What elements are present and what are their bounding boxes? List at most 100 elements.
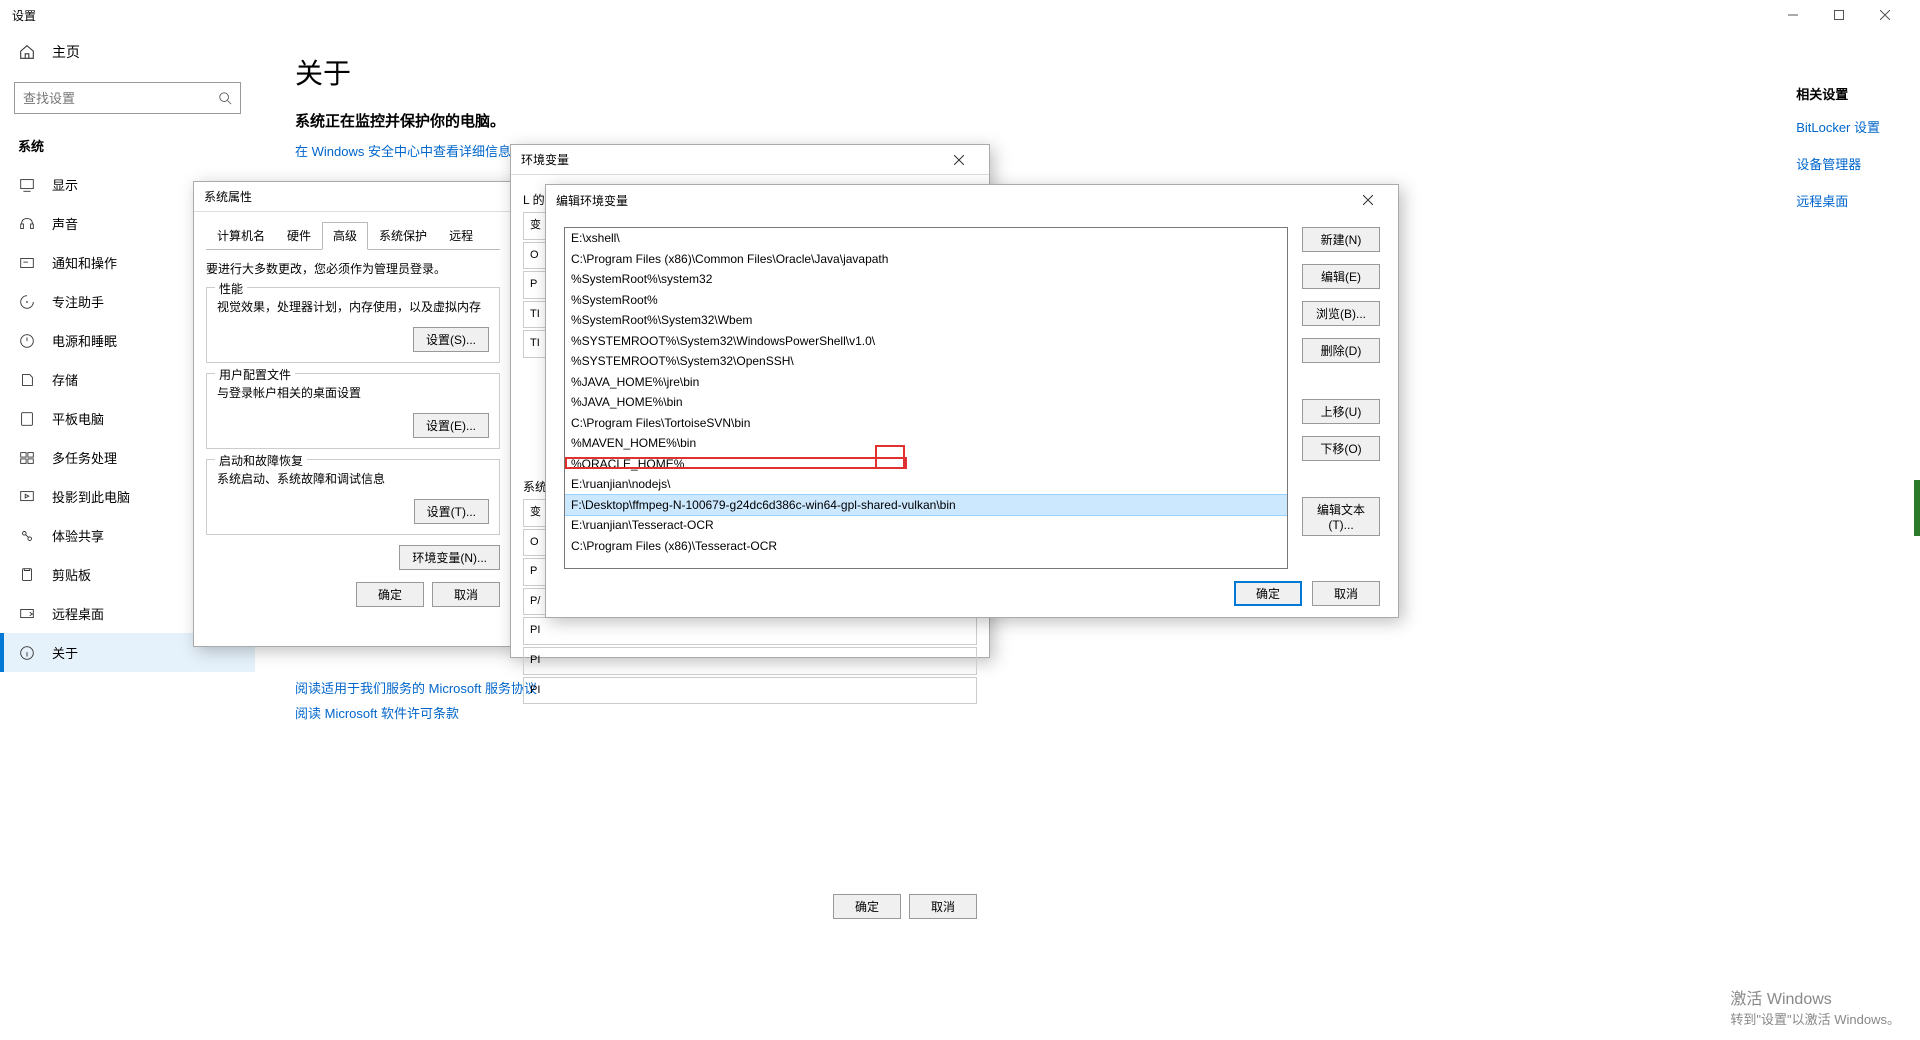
nav-icon <box>18 410 36 428</box>
activation-watermark: 激活 Windows 转到"设置"以激活 Windows。 <box>1730 985 1900 1028</box>
maximize-button[interactable] <box>1816 0 1862 30</box>
editenv-ok-button[interactable]: 确定 <box>1234 581 1302 606</box>
sysprops-tab-0[interactable]: 计算机名 <box>206 222 276 249</box>
startup-settings-button[interactable]: 设置(T)... <box>414 499 489 524</box>
path-list[interactable]: E:\xshell\C:\Program Files (x86)\Common … <box>564 227 1288 569</box>
device-manager-link[interactable]: 设备管理器 <box>1796 154 1880 173</box>
path-entry[interactable]: C:\Program Files (x86)\Common Files\Orac… <box>565 249 1287 270</box>
envvars-cancel-button[interactable]: 取消 <box>909 894 977 919</box>
page-title: 关于 <box>295 52 1880 92</box>
move-up-button[interactable]: 上移(U) <box>1302 399 1380 424</box>
path-entry[interactable]: F:\Desktop\ffmpeg-N-100679-g24dc6d386c-w… <box>565 495 1287 516</box>
related-settings: 相关设置 BitLocker 设置 设备管理器 远程桌面 <box>1796 84 1880 228</box>
home-label: 主页 <box>52 42 80 62</box>
path-entry[interactable]: %SystemRoot% <box>565 290 1287 311</box>
edit-button[interactable]: 编辑(E) <box>1302 264 1380 289</box>
envvars-title: 环境变量 <box>521 151 569 168</box>
edit-text-button[interactable]: 编辑文本(T)... <box>1302 497 1380 536</box>
search-input[interactable] <box>23 91 218 106</box>
nav-icon <box>18 449 36 467</box>
sysprops-tab-1[interactable]: 硬件 <box>276 222 322 249</box>
protection-status: 系统正在监控并保护你的电脑。 <box>295 110 1880 131</box>
edit-env-var-dialog: 编辑环境变量 E:\xshell\C:\Program Files (x86)\… <box>545 184 1399 618</box>
path-entry[interactable]: %JAVA_HOME%\bin <box>565 392 1287 413</box>
startup-title: 启动和故障恢复 <box>215 452 307 469</box>
perf-title: 性能 <box>215 280 247 297</box>
sysprops-tab-4[interactable]: 远程 <box>438 222 484 249</box>
side-widget[interactable] <box>1914 480 1920 536</box>
admin-note: 要进行大多数更改，您必须作为管理员登录。 <box>206 260 500 277</box>
editenv-close-button[interactable] <box>1348 186 1388 214</box>
nav-label: 专注助手 <box>52 292 104 311</box>
nav-icon <box>18 644 36 662</box>
nav-label: 声音 <box>52 214 78 233</box>
sysprops-ok-button[interactable]: 确定 <box>356 582 424 607</box>
nav-icon <box>18 254 36 272</box>
perf-settings-button[interactable]: 设置(S)... <box>413 327 489 352</box>
path-entry[interactable]: %MAVEN_HOME%\bin <box>565 433 1287 454</box>
titlebar: 设置 <box>0 0 1920 30</box>
nav-label: 关于 <box>52 643 78 662</box>
home-nav[interactable]: 主页 <box>0 30 255 76</box>
sys-var-fragment: PI <box>523 647 977 675</box>
sys-var-fragment: PI <box>523 677 977 705</box>
move-down-button[interactable]: 下移(O) <box>1302 436 1380 461</box>
userprof-settings-button[interactable]: 设置(E)... <box>413 413 489 438</box>
envvars-ok-button[interactable]: 确定 <box>833 894 901 919</box>
delete-button[interactable]: 删除(D) <box>1302 338 1380 363</box>
nav-icon <box>18 371 36 389</box>
sys-var-fragment: PI <box>523 617 977 645</box>
sysprops-cancel-button[interactable]: 取消 <box>432 582 500 607</box>
watermark-line1: 激活 Windows <box>1730 985 1900 1009</box>
editenv-cancel-button[interactable]: 取消 <box>1312 581 1380 606</box>
sysprops-tab-2[interactable]: 高级 <box>322 222 368 250</box>
path-entry[interactable]: E:\ruanjian\Tesseract-OCR <box>565 515 1287 536</box>
nav-icon <box>18 332 36 350</box>
path-entry[interactable]: C:\Program Files (x86)\Tesseract-OCR <box>565 536 1287 557</box>
path-entry[interactable]: E:\xshell\ <box>565 228 1287 249</box>
nav-label: 平板电脑 <box>52 409 104 428</box>
new-button[interactable]: 新建(N) <box>1302 227 1380 252</box>
sysprops-title: 系统属性 <box>204 188 252 205</box>
system-properties-dialog: 系统属性 计算机名硬件高级系统保护远程 要进行大多数更改，您必须作为管理员登录。… <box>193 181 513 647</box>
startup-desc: 系统启动、系统故障和调试信息 <box>217 470 489 487</box>
path-entry[interactable]: %JAVA_HOME%\jre\bin <box>565 372 1287 393</box>
sysprops-tab-3[interactable]: 系统保护 <box>368 222 438 249</box>
nav-icon <box>18 527 36 545</box>
related-heading: 相关设置 <box>1796 84 1880 103</box>
nav-label: 远程桌面 <box>52 604 104 623</box>
envvars-close-button[interactable] <box>939 146 979 174</box>
browse-button[interactable]: 浏览(B)... <box>1302 301 1380 326</box>
bitlocker-link[interactable]: BitLocker 设置 <box>1796 117 1880 136</box>
path-entry[interactable]: %SYSTEMROOT%\System32\OpenSSH\ <box>565 351 1287 372</box>
watermark-line2: 转到"设置"以激活 Windows。 <box>1730 1009 1900 1028</box>
nav-label: 投影到此电脑 <box>52 487 130 506</box>
nav-label: 存储 <box>52 370 78 389</box>
nav-icon <box>18 605 36 623</box>
path-entry[interactable]: %SystemRoot%\system32 <box>565 269 1287 290</box>
path-entry[interactable]: C:\Program Files\TortoiseSVN\bin <box>565 413 1287 434</box>
perf-desc: 视觉效果，处理器计划，内存使用，以及虚拟内存 <box>217 298 489 315</box>
editenv-title: 编辑环境变量 <box>556 192 628 209</box>
nav-label: 体验共享 <box>52 526 104 545</box>
close-button[interactable] <box>1862 0 1908 30</box>
nav-label: 显示 <box>52 175 78 194</box>
path-entry[interactable]: %SystemRoot%\System32\Wbem <box>565 310 1287 331</box>
userprof-desc: 与登录帐户相关的桌面设置 <box>217 384 489 401</box>
nav-label: 通知和操作 <box>52 253 117 272</box>
userprof-title: 用户配置文件 <box>215 366 295 383</box>
nav-icon <box>18 176 36 194</box>
search-box[interactable] <box>14 82 241 114</box>
minimize-button[interactable] <box>1770 0 1816 30</box>
nav-icon <box>18 566 36 584</box>
env-vars-button[interactable]: 环境变量(N)... <box>399 545 500 570</box>
nav-icon <box>18 215 36 233</box>
path-entry[interactable]: E:\ruanjian\nodejs\ <box>565 474 1287 495</box>
search-icon <box>218 91 232 105</box>
remote-desktop-link[interactable]: 远程桌面 <box>1796 191 1880 210</box>
nav-label: 电源和睡眠 <box>52 331 117 350</box>
path-entry[interactable]: %ORACLE_HOME% <box>565 454 1287 475</box>
path-entry[interactable]: %SYSTEMROOT%\System32\WindowsPowerShell\… <box>565 331 1287 352</box>
nav-icon <box>18 488 36 506</box>
home-icon <box>18 43 36 61</box>
